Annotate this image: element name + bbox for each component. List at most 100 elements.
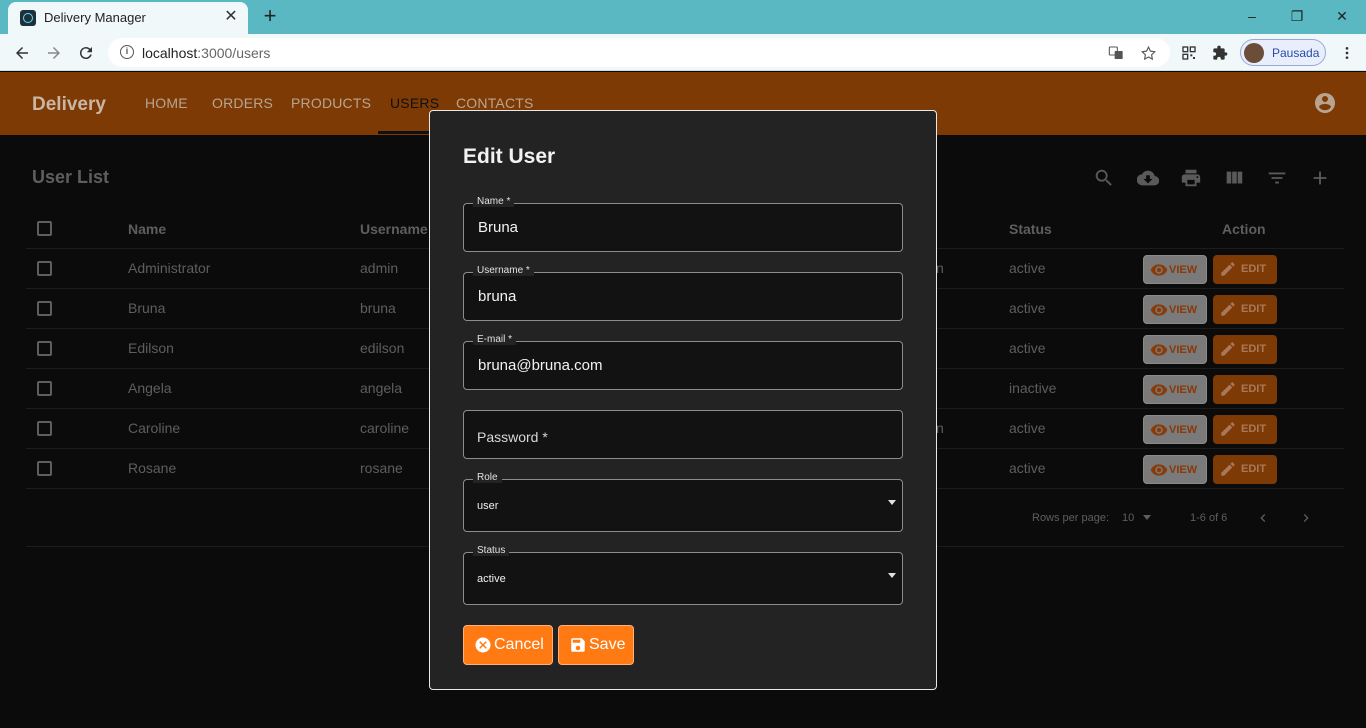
filter-list-icon[interactable] — [1266, 167, 1288, 189]
edit-button[interactable]: EDIT — [1213, 295, 1277, 324]
header-name[interactable]: Name — [128, 221, 166, 237]
view-columns-icon[interactable] — [1223, 167, 1245, 189]
select-all-checkbox[interactable] — [37, 221, 52, 236]
role-value[interactable]: user — [477, 500, 498, 512]
rows-per-page-select[interactable]: 10 — [1122, 512, 1134, 524]
add-icon[interactable] — [1309, 167, 1331, 189]
qr-extension-icon[interactable] — [1178, 42, 1200, 64]
role-select[interactable]: Role user — [463, 472, 903, 532]
tab-close-icon[interactable]: ✕ — [222, 8, 240, 26]
eye-icon — [1150, 424, 1168, 436]
nav-users[interactable]: USERS — [390, 95, 439, 111]
password-field[interactable]: Password * — [463, 410, 903, 459]
view-button[interactable]: VIEW — [1143, 335, 1207, 364]
save-label: Save — [589, 636, 626, 653]
view-button[interactable]: VIEW — [1143, 415, 1207, 444]
header-username[interactable]: Username — [360, 221, 428, 237]
role-dropdown-arrow-icon[interactable] — [888, 500, 896, 505]
email-field[interactable]: E-mail * bruna@bruna.com — [463, 334, 903, 390]
edit-label: EDIT — [1241, 423, 1267, 435]
search-icon[interactable] — [1093, 167, 1115, 189]
save-button[interactable]: Save — [558, 625, 634, 665]
minimize-button[interactable]: – — [1232, 4, 1272, 28]
rows-per-page-arrow-icon[interactable] — [1143, 515, 1151, 520]
cell-status: inactive — [1009, 380, 1057, 396]
cell-name: Caroline — [128, 420, 181, 436]
bookmark-star-icon[interactable] — [1138, 43, 1158, 63]
restore-button[interactable]: ❐ — [1277, 4, 1317, 28]
username-field[interactable]: Username * bruna — [463, 265, 903, 321]
react-favicon-icon — [20, 10, 36, 26]
cell-username: caroline — [360, 420, 410, 436]
cell-status: active — [1009, 460, 1046, 476]
email-label: E-mail * — [473, 334, 517, 345]
nav-contacts[interactable]: CONTACTS — [456, 95, 534, 111]
back-arrow-icon[interactable] — [10, 41, 34, 65]
nav-home[interactable]: HOME — [145, 95, 188, 111]
window-close-button[interactable]: ✕ — [1322, 4, 1362, 28]
view-button[interactable]: VIEW — [1143, 455, 1207, 484]
status-dropdown-arrow-icon[interactable] — [888, 573, 896, 578]
new-tab-button[interactable]: + — [258, 4, 282, 28]
translate-icon[interactable] — [1106, 43, 1126, 63]
edit-button[interactable]: EDIT — [1213, 375, 1277, 404]
eye-icon — [1150, 264, 1168, 276]
print-icon[interactable] — [1180, 167, 1202, 189]
cancel-button[interactable]: Cancel — [463, 625, 553, 665]
cell-name: Angela — [128, 380, 172, 396]
view-label: VIEW — [1169, 304, 1198, 316]
cell-username: bruna — [360, 300, 396, 316]
browser-menu-icon[interactable] — [1336, 42, 1358, 64]
cell-status: active — [1009, 260, 1046, 276]
extensions-puzzle-icon[interactable] — [1209, 42, 1231, 64]
brand-logo[interactable]: Delivery — [32, 94, 106, 116]
row-checkbox[interactable] — [37, 381, 52, 396]
username-input[interactable]: bruna — [478, 288, 516, 305]
cell-name: Rosane — [128, 460, 177, 476]
row-checkbox[interactable] — [37, 341, 52, 356]
edit-button[interactable]: EDIT — [1213, 255, 1277, 284]
status-select[interactable]: Status active — [463, 545, 903, 605]
cell-username: rosane — [360, 460, 403, 476]
pencil-icon — [1221, 342, 1235, 356]
address-bar[interactable]: i localhost:3000/users — [108, 38, 1170, 67]
row-checkbox[interactable] — [37, 421, 52, 436]
pencil-icon — [1221, 422, 1235, 436]
edit-label: EDIT — [1241, 343, 1267, 355]
account-circle-icon[interactable] — [1313, 91, 1337, 115]
status-value[interactable]: active — [477, 573, 506, 585]
password-input[interactable]: Password * — [477, 429, 548, 445]
view-button[interactable]: VIEW — [1143, 375, 1207, 404]
next-page-icon[interactable] — [1298, 510, 1314, 526]
tab-title: Delivery Manager — [44, 10, 146, 25]
edit-button[interactable]: EDIT — [1213, 335, 1277, 364]
edit-button[interactable]: EDIT — [1213, 415, 1277, 444]
browser-tab[interactable]: Delivery Manager ✕ — [8, 2, 248, 34]
nav-products[interactable]: PRODUCTS — [291, 95, 371, 111]
row-checkbox[interactable] — [37, 301, 52, 316]
name-label: Name * — [473, 196, 515, 207]
edit-button[interactable]: EDIT — [1213, 455, 1277, 484]
cell-username: edilson — [360, 340, 405, 356]
forward-arrow-icon[interactable] — [42, 41, 66, 65]
view-button[interactable]: VIEW — [1143, 255, 1207, 284]
email-input[interactable]: bruna@bruna.com — [478, 357, 602, 374]
view-label: VIEW — [1169, 464, 1198, 476]
row-checkbox[interactable] — [37, 261, 52, 276]
row-checkbox[interactable] — [37, 461, 52, 476]
name-input[interactable]: Bruna — [478, 219, 518, 236]
rows-per-page-label: Rows per page: — [1032, 512, 1110, 524]
nav-orders[interactable]: ORDERS — [212, 95, 273, 111]
cell-name: Administrator — [128, 260, 211, 276]
previous-page-icon[interactable] — [1255, 510, 1271, 526]
profile-button[interactable]: Pausada — [1240, 39, 1326, 66]
view-button[interactable]: VIEW — [1143, 295, 1207, 324]
view-label: VIEW — [1169, 424, 1198, 436]
dialog-title: Edit User — [463, 145, 556, 168]
site-info-icon[interactable]: i — [120, 45, 134, 59]
name-field[interactable]: Name * Bruna — [463, 196, 903, 252]
header-status[interactable]: Status — [1009, 221, 1052, 237]
reload-icon[interactable] — [74, 41, 98, 65]
eye-icon — [1150, 464, 1168, 476]
download-icon[interactable] — [1136, 167, 1160, 189]
